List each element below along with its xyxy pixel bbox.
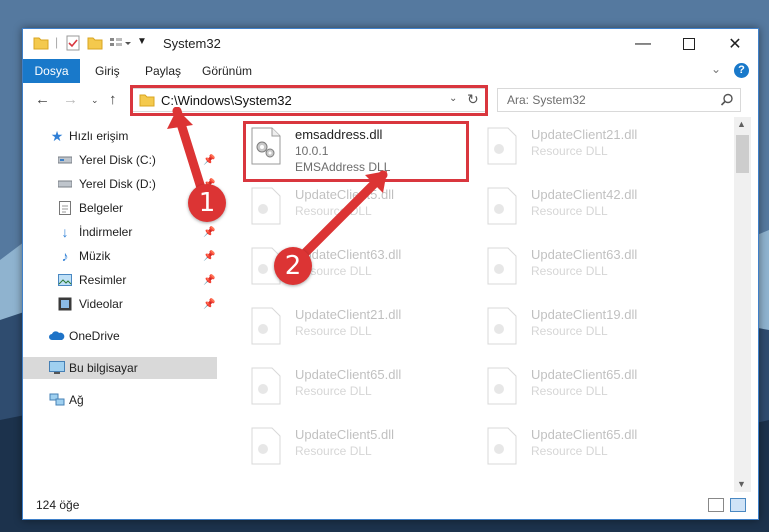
dll-file-icon — [251, 427, 281, 465]
pin-icon[interactable]: 📌 — [203, 227, 215, 238]
back-arrow-icon[interactable]: ← — [35, 91, 50, 108]
sidebar-item-network[interactable]: Ağ — [23, 389, 217, 411]
file-item[interactable]: UpdateClient65.dll Resource DLL — [245, 363, 475, 423]
dll-file-icon — [251, 187, 281, 225]
network-icon — [49, 392, 65, 408]
window-title: System32 — [163, 36, 221, 51]
drive-icon — [57, 152, 73, 168]
file-item[interactable]: UpdateClient5.dll Resource DLL — [245, 423, 475, 483]
star-icon: ★ — [50, 127, 64, 144]
tab-giris[interactable]: Giriş — [95, 64, 120, 78]
dll-file-icon — [487, 187, 517, 225]
scroll-down-icon[interactable]: ▼ — [737, 479, 746, 489]
maximize-button[interactable] — [666, 29, 712, 59]
scroll-up-icon[interactable]: ▲ — [737, 119, 746, 129]
sidebar-item-music[interactable]: ♪ Müzik 📌 — [23, 245, 217, 267]
file-item[interactable]: UpdateClient65.dll Resource DLL — [481, 423, 711, 483]
status-bar: 124 öğe — [23, 492, 758, 519]
close-icon: ✕ — [728, 36, 742, 53]
videos-icon — [57, 296, 73, 312]
dll-file-icon — [251, 307, 281, 345]
dll-file-icon — [251, 127, 281, 165]
sidebar-item-videos[interactable]: Videolar 📌 — [23, 293, 217, 315]
pictures-icon — [57, 272, 73, 288]
scrollbar-thumb[interactable] — [736, 135, 749, 173]
up-arrow-icon[interactable]: ↑ — [109, 91, 117, 108]
pin-icon[interactable]: 📌 — [203, 299, 215, 310]
address-path: C:\Windows\System32 — [161, 93, 292, 108]
item-count: 124 öğe — [36, 498, 80, 512]
music-icon: ♪ — [61, 248, 69, 264]
sidebar-item-pictures[interactable]: Resimler 📌 — [23, 269, 217, 291]
new-folder-icon[interactable] — [87, 35, 103, 53]
file-name: emsaddress.dll — [295, 127, 383, 142]
sidebar-item-downloads[interactable]: ↓ İndirmeler 📌 — [23, 221, 217, 243]
address-dropdown-icon[interactable]: ⌄ — [449, 93, 457, 104]
separator: | — [55, 35, 59, 49]
file-item[interactable]: UpdateClient21.dll Resource DLL — [245, 303, 475, 363]
dll-file-icon — [487, 307, 517, 345]
pin-icon[interactable]: 📌 — [203, 251, 215, 262]
file-version: 10.0.1 — [295, 144, 329, 158]
documents-icon — [57, 200, 73, 216]
computer-icon — [49, 360, 65, 376]
minimize-button[interactable]: — — [620, 29, 666, 59]
vertical-scrollbar[interactable]: ▲ ▼ — [734, 117, 751, 492]
properties-icon[interactable] — [65, 35, 81, 53]
tab-dosya[interactable]: Dosya — [23, 59, 80, 83]
file-explorer-window: | ▼ System32 — ✕ Dosya Giriş Paylaş Görü… — [22, 28, 759, 520]
large-icons-view-icon[interactable] — [730, 498, 746, 512]
cloud-icon — [49, 328, 65, 344]
refresh-icon[interactable]: ↻ — [467, 91, 479, 108]
ribbon: Dosya Giriş Paylaş Görünüm ⌄ ? — [23, 59, 758, 84]
minimize-icon: — — [635, 35, 651, 52]
details-view-icon[interactable] — [708, 498, 724, 512]
search-icon[interactable] — [720, 93, 734, 107]
dll-file-icon — [251, 367, 281, 405]
search-input[interactable]: Ara: System32 — [497, 88, 741, 112]
close-button[interactable]: ✕ — [712, 29, 758, 59]
tab-paylas[interactable]: Paylaş — [145, 64, 181, 78]
dll-file-icon — [487, 127, 517, 165]
sidebar-item-onedrive[interactable]: OneDrive — [23, 325, 217, 347]
file-item[interactable]: UpdateClient21.dll Resource DLL — [481, 123, 711, 183]
search-placeholder: Ara: System32 — [507, 93, 586, 107]
sidebar-item-this-pc[interactable]: Bu bilgisayar — [23, 357, 217, 379]
folder-icon — [139, 94, 155, 107]
callout-number-two: 2 — [274, 247, 312, 285]
download-icon: ↓ — [61, 224, 69, 240]
dll-file-icon — [487, 247, 517, 285]
forward-arrow-icon[interactable]: → — [63, 91, 78, 108]
file-item[interactable]: UpdateClient42.dll Resource DLL — [481, 183, 711, 243]
dll-file-icon — [487, 367, 517, 405]
drive-icon — [57, 176, 73, 192]
file-item[interactable]: UpdateClient63.dll Resource DLL — [481, 243, 711, 303]
help-icon[interactable]: ? — [734, 63, 749, 78]
file-item[interactable]: UpdateClient19.dll Resource DLL — [481, 303, 711, 363]
callout-number-one: 1 — [188, 184, 226, 222]
folder-icon — [33, 37, 49, 50]
title-bar: | ▼ System32 — ✕ — [23, 29, 758, 59]
navigation-bar: ← → ⌄ ↑ C:\Windows\System32 ⌄ ↻ Ara: Sys… — [23, 83, 758, 117]
expand-ribbon-icon[interactable]: ⌄ — [711, 62, 721, 76]
file-item[interactable]: UpdateClient65.dll Resource DLL — [481, 363, 711, 423]
tab-gorunum[interactable]: Görünüm — [202, 64, 252, 78]
customize-toolbar-icon[interactable] — [109, 35, 131, 53]
quick-access-dropdown-icon[interactable]: ▼ — [137, 36, 147, 54]
maximize-icon — [683, 38, 695, 50]
pin-icon[interactable]: 📌 — [203, 275, 215, 286]
dll-file-icon — [487, 427, 517, 465]
recent-locations-chevron-icon[interactable]: ⌄ — [91, 95, 99, 106]
